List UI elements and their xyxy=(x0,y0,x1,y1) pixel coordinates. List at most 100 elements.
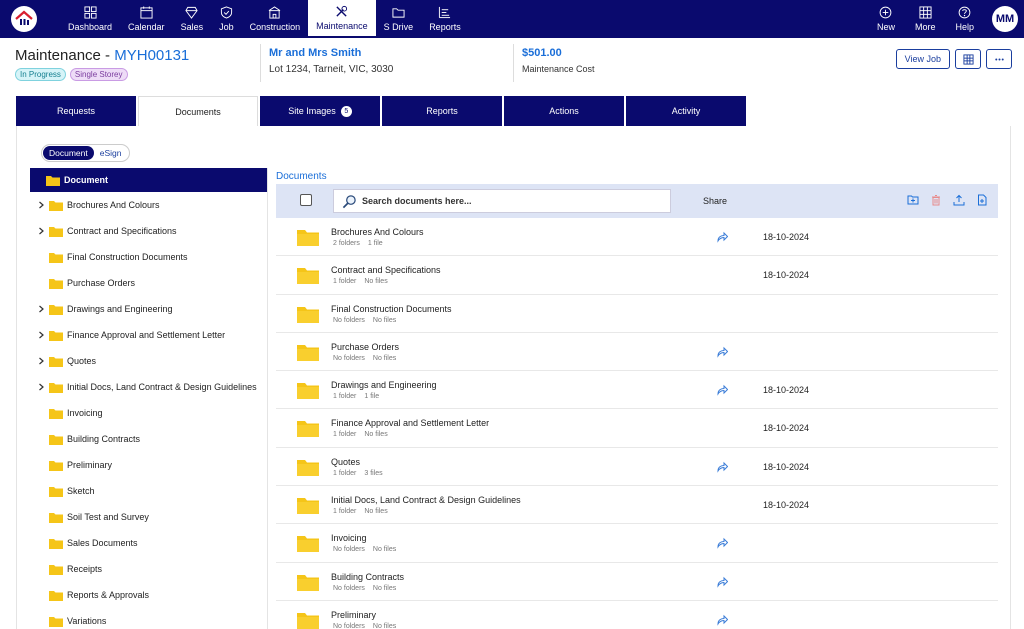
more-options-button[interactable] xyxy=(986,49,1012,69)
tab-site-images[interactable]: Site Images 5 xyxy=(260,96,380,126)
document-row[interactable]: Invoicing No folders No files xyxy=(276,524,998,563)
nav-new[interactable]: New xyxy=(867,0,905,38)
nav-help[interactable]: Help xyxy=(945,0,984,38)
document-name[interactable]: Brochures And Colours xyxy=(331,227,424,237)
tree-item[interactable]: Sketch xyxy=(30,478,267,504)
file-count: No files xyxy=(372,546,397,554)
chevron-right-icon[interactable] xyxy=(37,331,45,339)
grid-view-button[interactable] xyxy=(955,49,981,69)
nav-dashboard[interactable]: Dashboard xyxy=(60,0,120,38)
nav-reports[interactable]: Reports xyxy=(421,0,469,38)
document-row[interactable]: Brochures And Colours 2 folders 1 file 18-1… xyxy=(276,218,998,257)
tree-item[interactable]: Initial Docs, Land Contract & Design Gui… xyxy=(30,374,267,400)
nav-construction[interactable]: Construction xyxy=(242,0,309,38)
tree-item[interactable]: Contract and Specifications xyxy=(30,218,267,244)
document-name[interactable]: Finance Approval and Settlement Letter xyxy=(331,418,489,428)
nav-right: New More Help MM xyxy=(867,0,1024,38)
document-row[interactable]: Finance Approval and Settlement Letter 1 … xyxy=(276,409,998,448)
tree-item-label: Final Construction Documents xyxy=(67,252,188,262)
nav-maintenance[interactable]: Maintenance xyxy=(308,0,376,38)
tree-item[interactable]: Preliminary xyxy=(30,452,267,478)
nav-job[interactable]: Job xyxy=(211,0,242,38)
chevron-right-icon[interactable] xyxy=(37,201,45,209)
tree-item[interactable]: Sales Documents xyxy=(30,530,267,556)
document-name[interactable]: Quotes xyxy=(331,457,360,467)
file-count: 1 file xyxy=(364,393,380,401)
document-row[interactable]: Quotes 1 folder 3 files 18-10-2024 xyxy=(276,448,998,487)
tab-bar: Requests Documents Site Images 5 Reports Acti… xyxy=(16,96,746,126)
share-icon[interactable] xyxy=(716,461,728,473)
share-icon[interactable] xyxy=(716,576,728,588)
document-row[interactable]: Initial Docs, Land Contract & Design Gui… xyxy=(276,486,998,525)
document-name[interactable]: Initial Docs, Land Contract & Design Gui… xyxy=(331,495,521,505)
chevron-right-icon[interactable] xyxy=(37,383,45,391)
tree-item[interactable]: Brochures And Colours xyxy=(30,192,267,218)
tree-item[interactable]: Invoicing xyxy=(30,400,267,426)
select-all-checkbox[interactable] xyxy=(300,194,312,206)
tab-documents[interactable]: Documents xyxy=(138,96,258,126)
chevron-right-icon[interactable] xyxy=(37,227,45,235)
toolbar-actions xyxy=(907,194,988,206)
nav-s-drive[interactable]: S Drive xyxy=(376,0,422,38)
view-job-button[interactable]: View Job xyxy=(895,49,950,69)
document-name[interactable]: Preliminary xyxy=(331,610,376,620)
tab-activity[interactable]: Activity xyxy=(626,96,746,126)
nav-calendar[interactable]: Calendar xyxy=(120,0,173,38)
document-name[interactable]: Purchase Orders xyxy=(331,342,399,352)
tab-reports[interactable]: Reports xyxy=(382,96,502,126)
tree-root-document[interactable]: Document xyxy=(30,168,267,192)
document-meta: 2 folders 1 file xyxy=(333,240,391,247)
tab-actions[interactable]: Actions xyxy=(504,96,624,126)
job-code[interactable]: MYH00131 xyxy=(114,47,189,64)
nav-more[interactable]: More xyxy=(905,0,946,38)
document-row[interactable]: Final Construction Documents No folders No… xyxy=(276,295,998,333)
share-icon[interactable] xyxy=(716,346,728,358)
chevron-right-icon[interactable] xyxy=(37,357,45,365)
client-name[interactable]: Mr and Mrs Smith xyxy=(269,47,393,59)
toggle-document[interactable]: Document xyxy=(43,146,94,160)
share-icon[interactable] xyxy=(716,614,728,626)
document-meta: No folders No files xyxy=(333,317,404,324)
file-count: 3 files xyxy=(364,469,383,477)
folder-icon xyxy=(297,383,319,400)
new-file-icon[interactable] xyxy=(976,194,988,206)
document-name[interactable]: Building Contracts xyxy=(331,572,404,582)
delete-icon[interactable] xyxy=(930,194,942,206)
document-row[interactable]: Purchase Orders No folders No files xyxy=(276,333,998,372)
folder-icon xyxy=(49,382,63,393)
tree-item[interactable]: Finance Approval and Settlement Letter xyxy=(30,322,267,348)
folder-icon xyxy=(49,408,63,419)
tree-item[interactable]: Final Construction Documents xyxy=(30,244,267,270)
user-avatar[interactable]: MM xyxy=(992,6,1018,32)
toggle-esign[interactable]: eSign xyxy=(94,146,128,160)
document-name[interactable]: Final Construction Documents xyxy=(331,304,452,314)
nav-label: Construction xyxy=(249,22,301,32)
document-row[interactable]: Drawings and Engineering 1 folder 1 file 18… xyxy=(276,371,998,410)
document-name[interactable]: Contract and Specifications xyxy=(331,265,441,275)
search-input[interactable] xyxy=(362,196,662,206)
tab-requests[interactable]: Requests xyxy=(16,96,136,126)
document-row[interactable]: Contract and Specifications 1 folder No fi… xyxy=(276,256,998,295)
document-name[interactable]: Drawings and Engineering xyxy=(331,380,437,390)
tree-item[interactable]: Quotes xyxy=(30,348,267,374)
document-row[interactable]: Preliminary No folders No files xyxy=(276,601,998,629)
diamond-icon xyxy=(185,6,198,19)
app-logo[interactable] xyxy=(11,6,37,32)
tree-item[interactable]: Purchase Orders xyxy=(30,270,267,296)
share-icon[interactable] xyxy=(716,384,728,396)
tree-item[interactable]: Building Contracts xyxy=(30,426,267,452)
nav-sales[interactable]: Sales xyxy=(173,0,212,38)
tree-item[interactable]: Soil Test and Survey xyxy=(30,504,267,530)
upload-icon[interactable] xyxy=(953,194,965,206)
share-icon[interactable] xyxy=(716,231,728,243)
share-icon[interactable] xyxy=(716,537,728,550)
document-name[interactable]: Invoicing xyxy=(331,533,367,543)
folder-icon xyxy=(297,421,319,438)
tree-item[interactable]: Reports & Approvals xyxy=(30,582,267,608)
chevron-right-icon[interactable] xyxy=(37,305,45,313)
document-row[interactable]: Building Contracts No folders No files xyxy=(276,563,998,601)
tree-item[interactable]: Receipts xyxy=(30,556,267,582)
new-folder-icon[interactable] xyxy=(907,194,919,206)
tree-item[interactable]: Drawings and Engineering xyxy=(30,296,267,322)
tree-item[interactable]: Variations xyxy=(30,608,267,629)
